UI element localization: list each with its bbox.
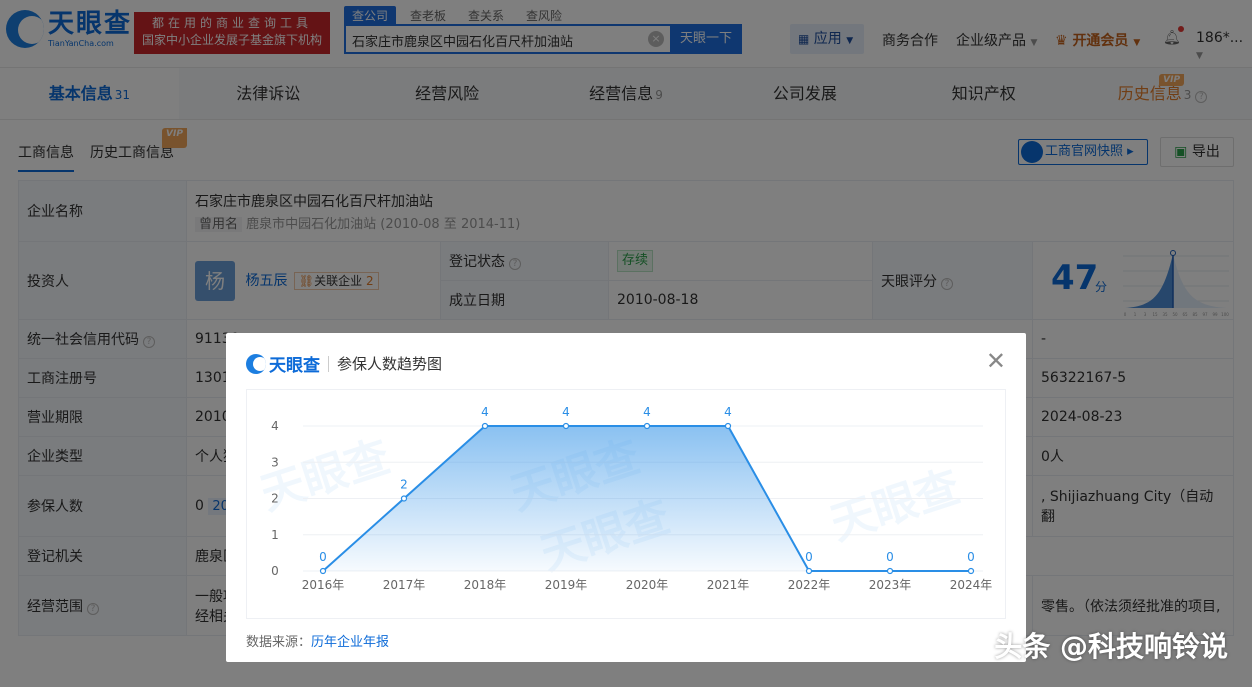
data-label: 0 [319, 550, 327, 564]
data-point [724, 422, 732, 430]
y-tick-label: 4 [271, 419, 279, 433]
data-point [967, 567, 975, 575]
modal-title: 参保人数趋势图 [337, 355, 443, 373]
data-source: 数据来源：历年企业年报 [246, 631, 389, 650]
data-point [643, 422, 651, 430]
data-point [562, 422, 570, 430]
x-tick-label: 2016年 [302, 578, 345, 592]
data-label: 0 [886, 550, 894, 564]
data-point [400, 495, 408, 502]
data-point [805, 567, 813, 575]
x-tick-label: 2020年 [626, 578, 669, 592]
insured-trend-chart: 天眼查天眼查天眼查天眼查 012342016年2017年2018年2019年20… [246, 389, 1006, 619]
chart-svg: 天眼查天眼查天眼查天眼查 012342016年2017年2018年2019年20… [255, 405, 993, 592]
x-tick-label: 2017年 [383, 578, 426, 592]
divider [328, 355, 329, 372]
data-point [319, 567, 327, 575]
chart-watermark: 天眼查 [255, 431, 396, 520]
x-tick-label: 2021年 [707, 578, 750, 592]
data-label: 2 [400, 478, 408, 492]
x-tick-label: 2022年 [788, 578, 831, 592]
chart-watermark: 天眼查 [825, 461, 966, 550]
source-label: 数据来源： [246, 635, 312, 650]
x-tick-label: 2018年 [464, 578, 507, 592]
close-icon[interactable]: ✕ [986, 349, 1006, 373]
tianyancha-logo-icon [246, 353, 266, 374]
data-label: 0 [805, 550, 813, 564]
toutiao-watermark: 头条 @科技响铃说 [994, 630, 1228, 663]
source-link[interactable]: 历年企业年报 [311, 635, 389, 650]
y-tick-label: 1 [271, 528, 279, 542]
insured-trend-modal: 天眼查 参保人数趋势图 ✕ 天眼查天眼查天眼查天眼查 012342016年201… [226, 333, 1026, 662]
data-point [481, 422, 489, 430]
y-tick-label: 0 [271, 564, 279, 578]
data-label: 4 [481, 405, 489, 419]
modal-logo: 天眼查 参保人数趋势图 [246, 351, 442, 376]
data-point [886, 567, 894, 575]
data-label: 4 [562, 405, 570, 419]
modal-logo-text: 天眼查 [269, 356, 320, 376]
x-tick-label: 2019年 [545, 578, 588, 592]
x-tick-label: 2023年 [869, 578, 912, 592]
y-tick-label: 3 [271, 455, 279, 469]
data-label: 4 [643, 405, 651, 419]
data-label: 0 [967, 550, 975, 564]
y-tick-label: 2 [271, 492, 279, 506]
data-label: 4 [724, 405, 732, 419]
x-tick-label: 2024年 [950, 578, 993, 592]
